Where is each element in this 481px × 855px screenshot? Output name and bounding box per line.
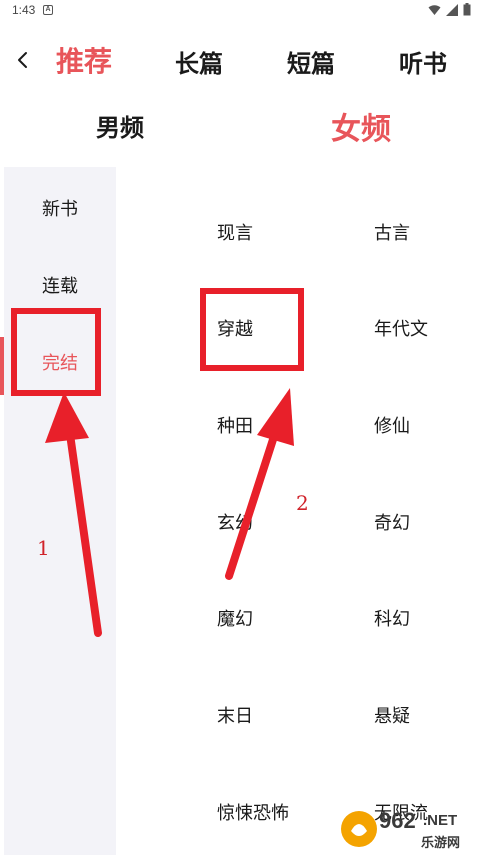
genre-item[interactable]: 修仙 (374, 412, 410, 438)
sidebar-item-serial[interactable]: 连载 (4, 272, 116, 298)
wifi-icon (428, 4, 441, 15)
genre-item[interactable]: 古言 (374, 219, 410, 245)
genre-item[interactable]: 奇幻 (374, 509, 410, 535)
tab-long[interactable]: 长篇 (175, 44, 223, 79)
tab-male[interactable]: 男频 (96, 108, 144, 143)
genre-item[interactable]: 惊悚恐怖 (217, 799, 289, 825)
status-sidebar: 新书 连载 完结 (0, 167, 116, 855)
watermark-logo: 962 .NET 乐游网 (335, 805, 475, 853)
status-time: 1:43 (12, 3, 36, 17)
tab-female[interactable]: 女频 (331, 104, 391, 148)
notification-a-icon: A (43, 5, 53, 15)
annotation-number-2: 2 (296, 491, 309, 515)
sidebar-item-new[interactable]: 新书 (4, 195, 116, 221)
genre-item[interactable]: 种田 (217, 412, 253, 438)
tab-short[interactable]: 短篇 (287, 44, 335, 79)
cellular-signal-icon (446, 3, 458, 16)
genre-item[interactable]: 魔幻 (217, 605, 253, 631)
genre-item[interactable]: 年代文 (374, 315, 428, 341)
top-tabs: 推荐 长篇 短篇 听书 (0, 36, 481, 86)
battery-icon (463, 3, 471, 16)
watermark-badge-icon (341, 811, 377, 847)
genre-item[interactable]: 末日 (217, 702, 253, 728)
watermark-site-name: 乐游网 (421, 835, 461, 850)
tab-audiobook[interactable]: 听书 (399, 44, 447, 79)
watermark-number: 962 (379, 808, 416, 833)
sidebar-item-finished[interactable]: 完结 (4, 349, 116, 375)
watermark-suffix: .NET (423, 812, 458, 829)
genre-item[interactable]: 科幻 (374, 605, 410, 631)
status-icons (428, 3, 471, 16)
annotation-number-1: 1 (37, 536, 50, 560)
genre-item[interactable]: 玄幻 (217, 509, 253, 535)
genre-item[interactable]: 悬疑 (374, 702, 410, 728)
genre-item[interactable]: 现言 (217, 219, 253, 245)
tab-recommend[interactable]: 推荐 (56, 40, 112, 80)
gender-tabs: 男频 女频 (0, 98, 481, 148)
back-chevron-icon[interactable] (12, 48, 34, 72)
status-bar: 1:43 A (0, 0, 481, 22)
genre-item[interactable]: 穿越 (217, 315, 253, 341)
